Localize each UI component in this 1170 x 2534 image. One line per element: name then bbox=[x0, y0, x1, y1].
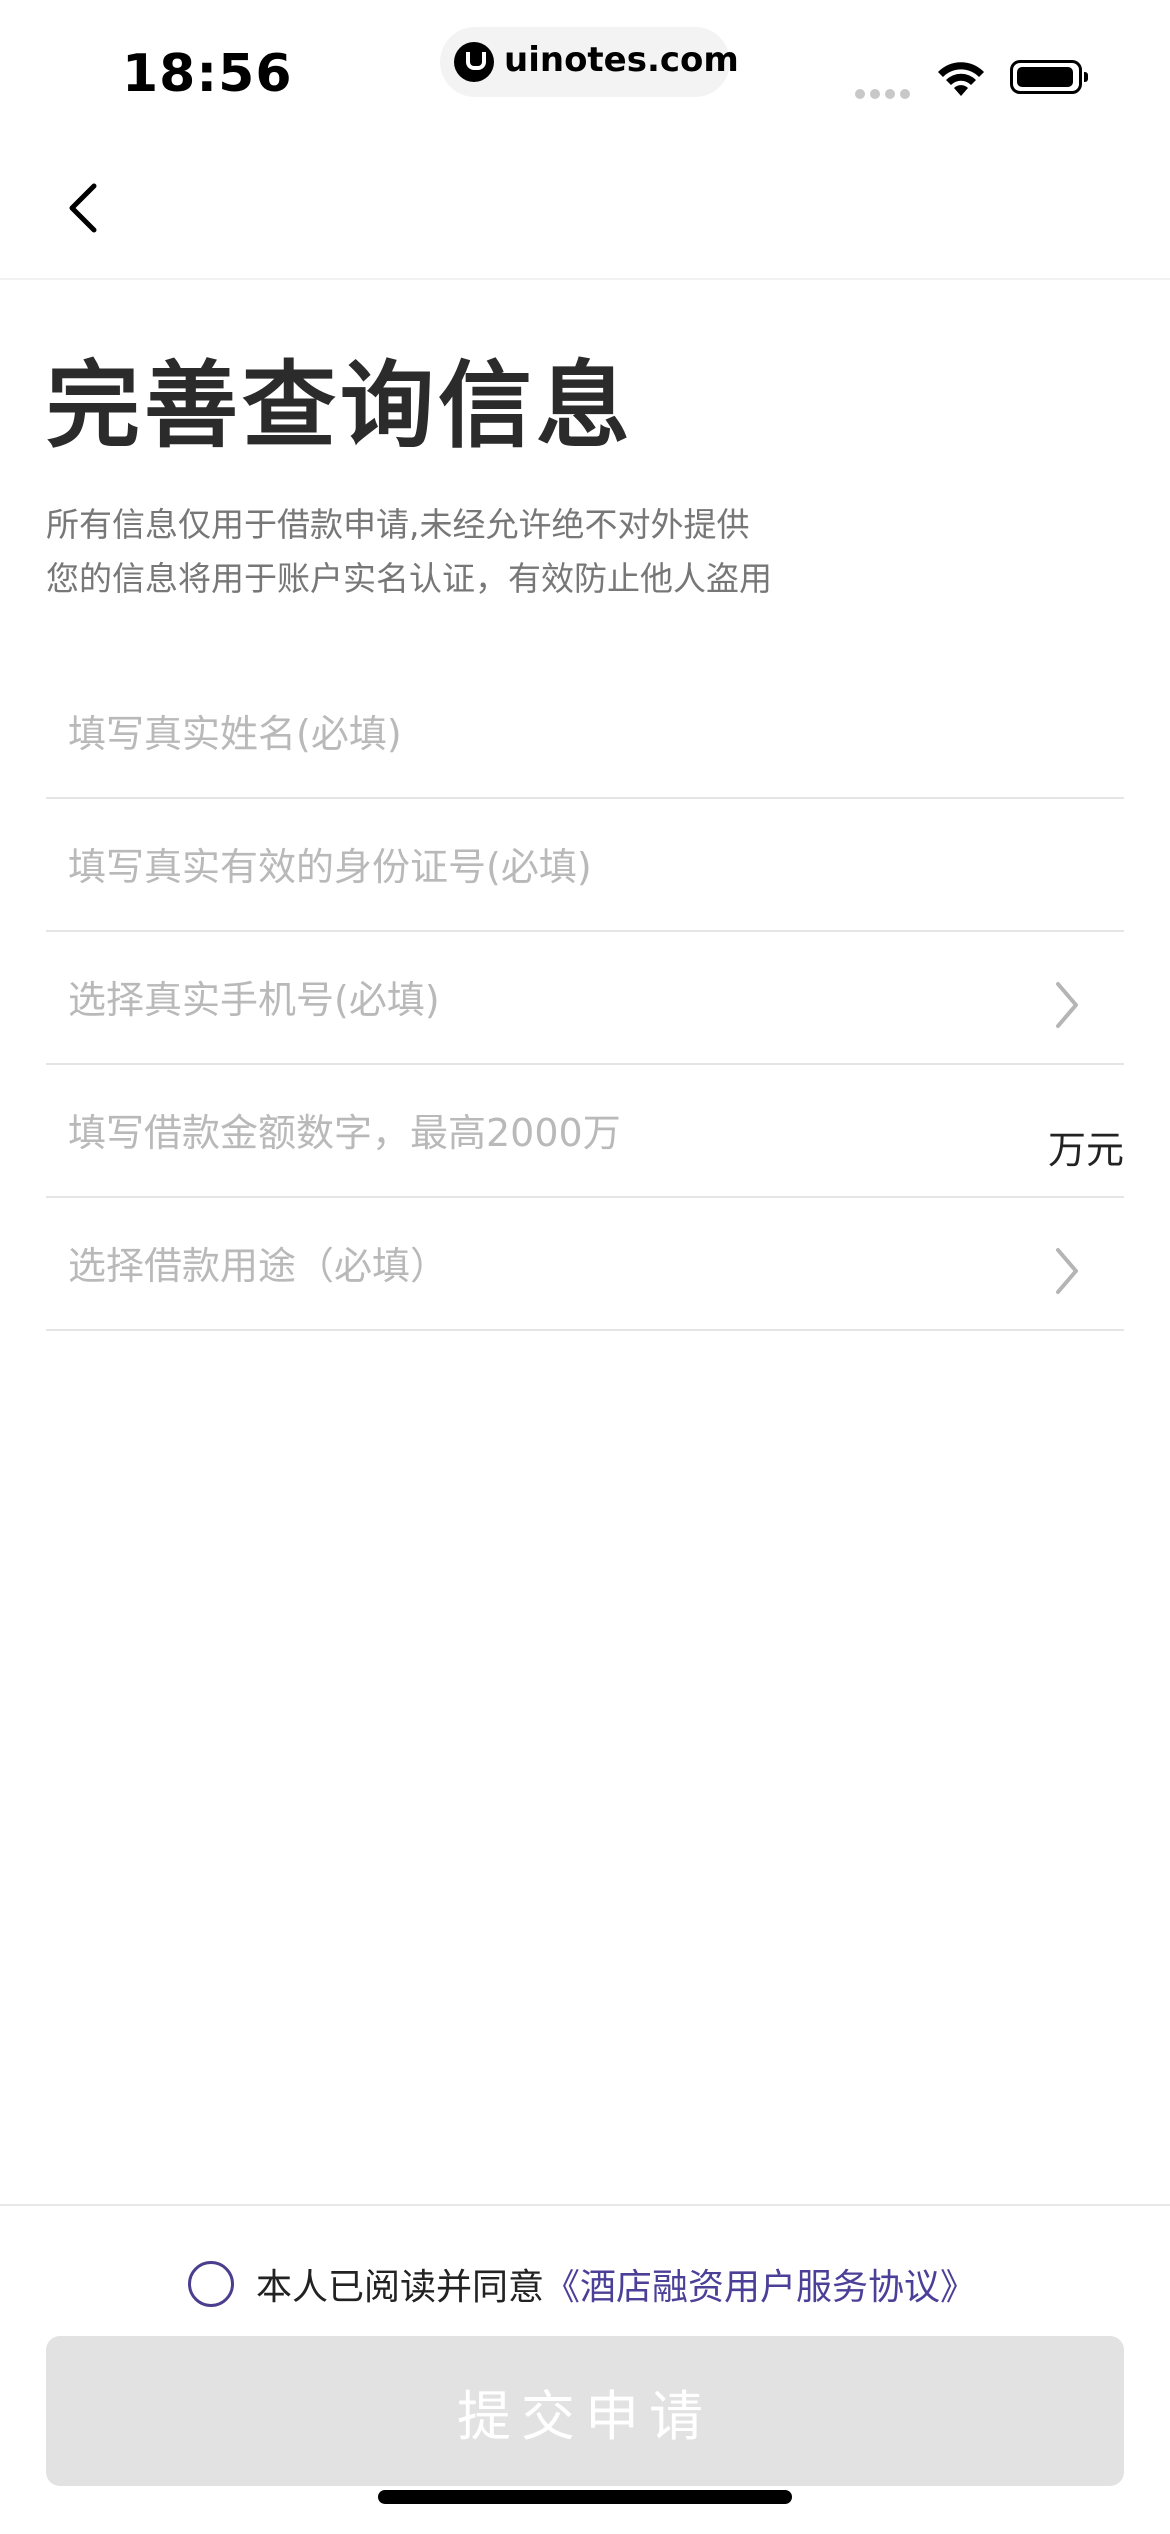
subtitle-line-1: 所有信息仅用于借款申请,未经允许绝不对外提供 bbox=[46, 505, 750, 544]
agreement-row: 本人已阅读并同意 《酒店融资用户服务协议》 bbox=[188, 2256, 976, 2312]
signal-icon bbox=[855, 84, 917, 99]
purpose-row[interactable] bbox=[46, 1198, 1124, 1331]
status-time: 18:56 bbox=[122, 44, 293, 104]
page-title: 完善查询信息 bbox=[46, 352, 635, 461]
id-number-input[interactable] bbox=[46, 835, 968, 899]
subtitle-line-2: 您的信息将用于账户实名认证，有效防止他人盗用 bbox=[46, 559, 772, 598]
phone-select[interactable] bbox=[46, 968, 968, 1032]
submit-button[interactable]: 提交申请 bbox=[46, 2336, 1124, 2486]
bottom-bar: 本人已阅读并同意 《酒店融资用户服务协议》 提交申请 bbox=[0, 2204, 1170, 2534]
chevron-right-icon bbox=[1056, 982, 1078, 1028]
home-indicator bbox=[378, 2490, 792, 2504]
agreement-link[interactable]: 《酒店融资用户服务协议》 bbox=[544, 2258, 976, 2310]
phone-row[interactable] bbox=[46, 932, 1124, 1065]
url-pill[interactable]: uinotes.com bbox=[440, 27, 739, 97]
wifi-icon bbox=[938, 62, 984, 96]
amount-row: 万元 bbox=[46, 1065, 1124, 1198]
site-logo-icon bbox=[454, 42, 494, 82]
page-subtitle: 所有信息仅用于借款申请,未经允许绝不对外提供 您的信息将用于账户实名认证，有效防… bbox=[46, 498, 772, 606]
amount-unit: 万元 bbox=[1047, 1128, 1124, 1172]
chevron-right-icon bbox=[1056, 1248, 1078, 1294]
name-input[interactable] bbox=[46, 702, 968, 766]
agree-text: 本人已阅读并同意 bbox=[256, 2267, 545, 2308]
loan-amount-input[interactable] bbox=[46, 1101, 968, 1165]
name-row bbox=[46, 666, 1124, 799]
status-bar: 18:56 uinotes.com bbox=[0, 0, 1170, 140]
url-text: uinotes.com bbox=[504, 40, 739, 80]
inquiry-form: 万元 bbox=[46, 666, 1124, 1331]
nav-bar bbox=[0, 140, 1170, 280]
battery-icon bbox=[1010, 60, 1088, 94]
agree-radio[interactable] bbox=[188, 2261, 234, 2307]
back-chevron-icon[interactable] bbox=[58, 178, 108, 238]
loan-purpose-select[interactable] bbox=[46, 1234, 968, 1298]
id-row bbox=[46, 799, 1124, 932]
